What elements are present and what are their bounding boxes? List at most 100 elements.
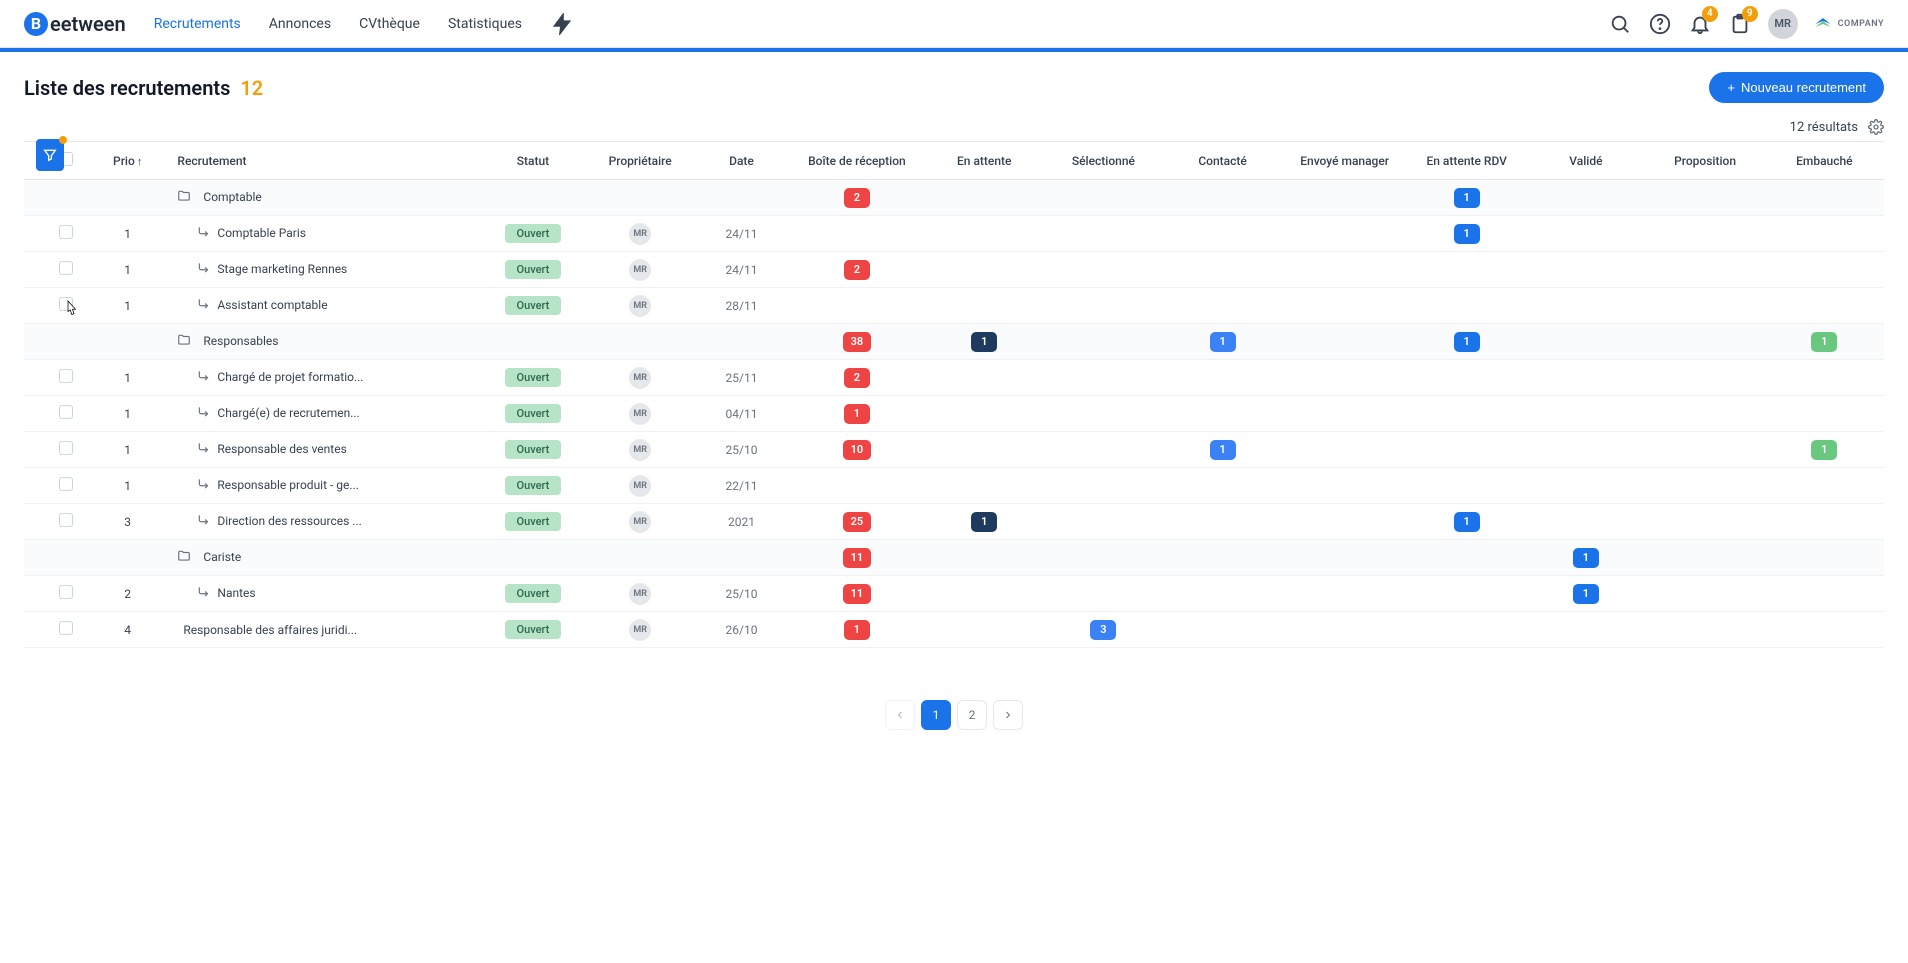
table-row[interactable]: 1Comptable ParisOuvertMR24/111 [24, 216, 1884, 252]
table-row[interactable]: 1Responsable des ventesOuvertMR25/101011 [24, 432, 1884, 468]
settings-icon[interactable] [1868, 119, 1884, 135]
col-selectionne[interactable]: Sélectionné [1044, 142, 1163, 180]
stage-badge[interactable]: 1 [1454, 512, 1480, 532]
table-row[interactable]: 3Direction des ressources ...OuvertMR202… [24, 504, 1884, 540]
owner-avatar[interactable]: MR [629, 403, 651, 425]
stage-badge[interactable]: 2 [844, 368, 870, 388]
recruitment-name-cell[interactable]: Responsable produit - ge... [169, 468, 479, 504]
col-embauche[interactable]: Embauché [1765, 142, 1884, 180]
col-date[interactable]: Date [694, 142, 789, 180]
stage-badge[interactable]: 1 [971, 332, 997, 352]
row-checkbox[interactable] [59, 441, 73, 455]
owner-avatar[interactable]: MR [629, 367, 651, 389]
row-checkbox[interactable] [59, 369, 73, 383]
stage-badge[interactable]: 1 [1454, 224, 1480, 244]
help-icon[interactable] [1648, 12, 1672, 36]
stage-badge[interactable]: 1 [1210, 332, 1236, 352]
new-recruitment-button[interactable]: + Nouveau recrutement [1709, 72, 1884, 103]
table-row[interactable]: 1Responsable produit - ge...OuvertMR22/1… [24, 468, 1884, 504]
bell-icon[interactable]: 4 [1688, 12, 1712, 36]
owner-avatar[interactable]: MR [629, 223, 651, 245]
col-envoye[interactable]: Envoyé manager [1282, 142, 1407, 180]
stage-badge[interactable]: 25 [843, 512, 872, 532]
recruitment-name-cell[interactable]: Responsable des ventes [169, 432, 479, 468]
col-attente-rdv[interactable]: En attente RDV [1407, 142, 1526, 180]
col-attente[interactable]: En attente [925, 142, 1044, 180]
company-logo[interactable]: COMPANY [1814, 15, 1884, 33]
stage-badge[interactable]: 1 [1210, 440, 1236, 460]
col-proposition[interactable]: Proposition [1645, 142, 1764, 180]
recruitment-name-cell[interactable]: Chargé de projet formatio... [169, 360, 479, 396]
table-row[interactable]: 4Responsable des affaires juridi...Ouver… [24, 612, 1884, 648]
table-row[interactable]: 2NantesOuvertMR25/10111 [24, 576, 1884, 612]
stage-badge[interactable]: 1 [1811, 440, 1837, 460]
table-row[interactable]: 1Assistant comptableOuvertMR28/11 [24, 288, 1884, 324]
stage-badge[interactable]: 10 [843, 440, 872, 460]
col-contacte[interactable]: Contacté [1163, 142, 1282, 180]
stage-badge[interactable]: 1 [1573, 548, 1599, 568]
owner-avatar[interactable]: MR [629, 583, 651, 605]
row-checkbox[interactable] [59, 477, 73, 491]
recruitment-name-cell[interactable]: Comptable Paris [169, 216, 479, 252]
owner-avatar[interactable]: MR [629, 295, 651, 317]
stage-badge[interactable]: 11 [843, 548, 872, 568]
row-checkbox[interactable] [59, 513, 73, 527]
search-icon[interactable] [1608, 12, 1632, 36]
table-row[interactable]: 1Chargé(e) de recrutemen...OuvertMR04/11… [24, 396, 1884, 432]
recruitment-name-cell[interactable]: Stage marketing Rennes [169, 252, 479, 288]
table-row[interactable]: 1Stage marketing RennesOuvertMR24/112 [24, 252, 1884, 288]
owner-avatar[interactable]: MR [629, 439, 651, 461]
user-avatar[interactable]: MR [1768, 9, 1798, 39]
page-prev-button[interactable] [885, 700, 915, 730]
col-recrutement[interactable]: Recrutement [169, 142, 479, 180]
logo[interactable]: Beetween [24, 12, 126, 36]
stage-badge[interactable]: 3 [1090, 620, 1116, 640]
nav-cvtheque[interactable]: CVthèque [359, 16, 420, 32]
page-2-button[interactable]: 2 [957, 700, 987, 730]
recruitment-name-cell[interactable]: Cariste [169, 540, 479, 576]
stage-badge[interactable]: 11 [843, 584, 872, 604]
page-next-button[interactable] [993, 700, 1023, 730]
row-checkbox[interactable] [59, 261, 73, 275]
folder-row[interactable]: Comptable21 [24, 180, 1884, 216]
stage-badge[interactable]: 1 [1454, 188, 1480, 208]
folder-row[interactable]: Cariste111 [24, 540, 1884, 576]
recruitment-name-cell[interactable]: Direction des ressources ... [169, 504, 479, 540]
owner-avatar[interactable]: MR [629, 475, 651, 497]
nav-statistiques[interactable]: Statistiques [448, 16, 522, 32]
col-boite[interactable]: Boîte de réception [789, 142, 924, 180]
row-checkbox[interactable] [59, 225, 73, 239]
stage-badge[interactable]: 38 [843, 332, 872, 352]
nav-recrutements[interactable]: Recrutements [154, 16, 241, 32]
stage-badge[interactable]: 1 [1811, 332, 1837, 352]
owner-avatar[interactable]: MR [629, 619, 651, 641]
row-checkbox[interactable] [59, 405, 73, 419]
stage-badge[interactable]: 1 [844, 620, 870, 640]
stage-badge[interactable]: 1 [844, 404, 870, 424]
recruitment-name-cell[interactable]: Responsable des affaires juridi... [169, 612, 479, 648]
stage-badge[interactable]: 2 [844, 188, 870, 208]
nav-annonces[interactable]: Annonces [269, 16, 331, 32]
stage-badge[interactable]: 1 [1454, 332, 1480, 352]
col-proprietaire[interactable]: Propriétaire [587, 142, 694, 180]
owner-avatar[interactable]: MR [629, 511, 651, 533]
col-valide[interactable]: Validé [1526, 142, 1645, 180]
folder-row[interactable]: Responsables 38 1 1 1 1 [24, 324, 1884, 360]
recruitment-name-cell[interactable]: Chargé(e) de recrutemen... [169, 396, 479, 432]
row-checkbox[interactable] [59, 585, 73, 599]
row-checkbox[interactable] [59, 297, 73, 311]
recruitment-name-cell[interactable]: Responsables [169, 324, 479, 360]
lightning-icon[interactable] [550, 12, 574, 36]
filter-button[interactable] [36, 139, 64, 171]
page-1-button[interactable]: 1 [921, 700, 951, 730]
clipboard-icon[interactable]: 9 [1728, 12, 1752, 36]
owner-avatar[interactable]: MR [629, 259, 651, 281]
table-row[interactable]: 1Chargé de projet formatio...OuvertMR25/… [24, 360, 1884, 396]
col-prio[interactable]: Prio↑ [86, 142, 169, 180]
recruitment-name-cell[interactable]: Assistant comptable [169, 288, 479, 324]
col-statut[interactable]: Statut [479, 142, 586, 180]
stage-badge[interactable]: 1 [971, 512, 997, 532]
recruitment-name-cell[interactable]: Nantes [169, 576, 479, 612]
stage-badge[interactable]: 1 [1573, 584, 1599, 604]
stage-badge[interactable]: 2 [844, 260, 870, 280]
